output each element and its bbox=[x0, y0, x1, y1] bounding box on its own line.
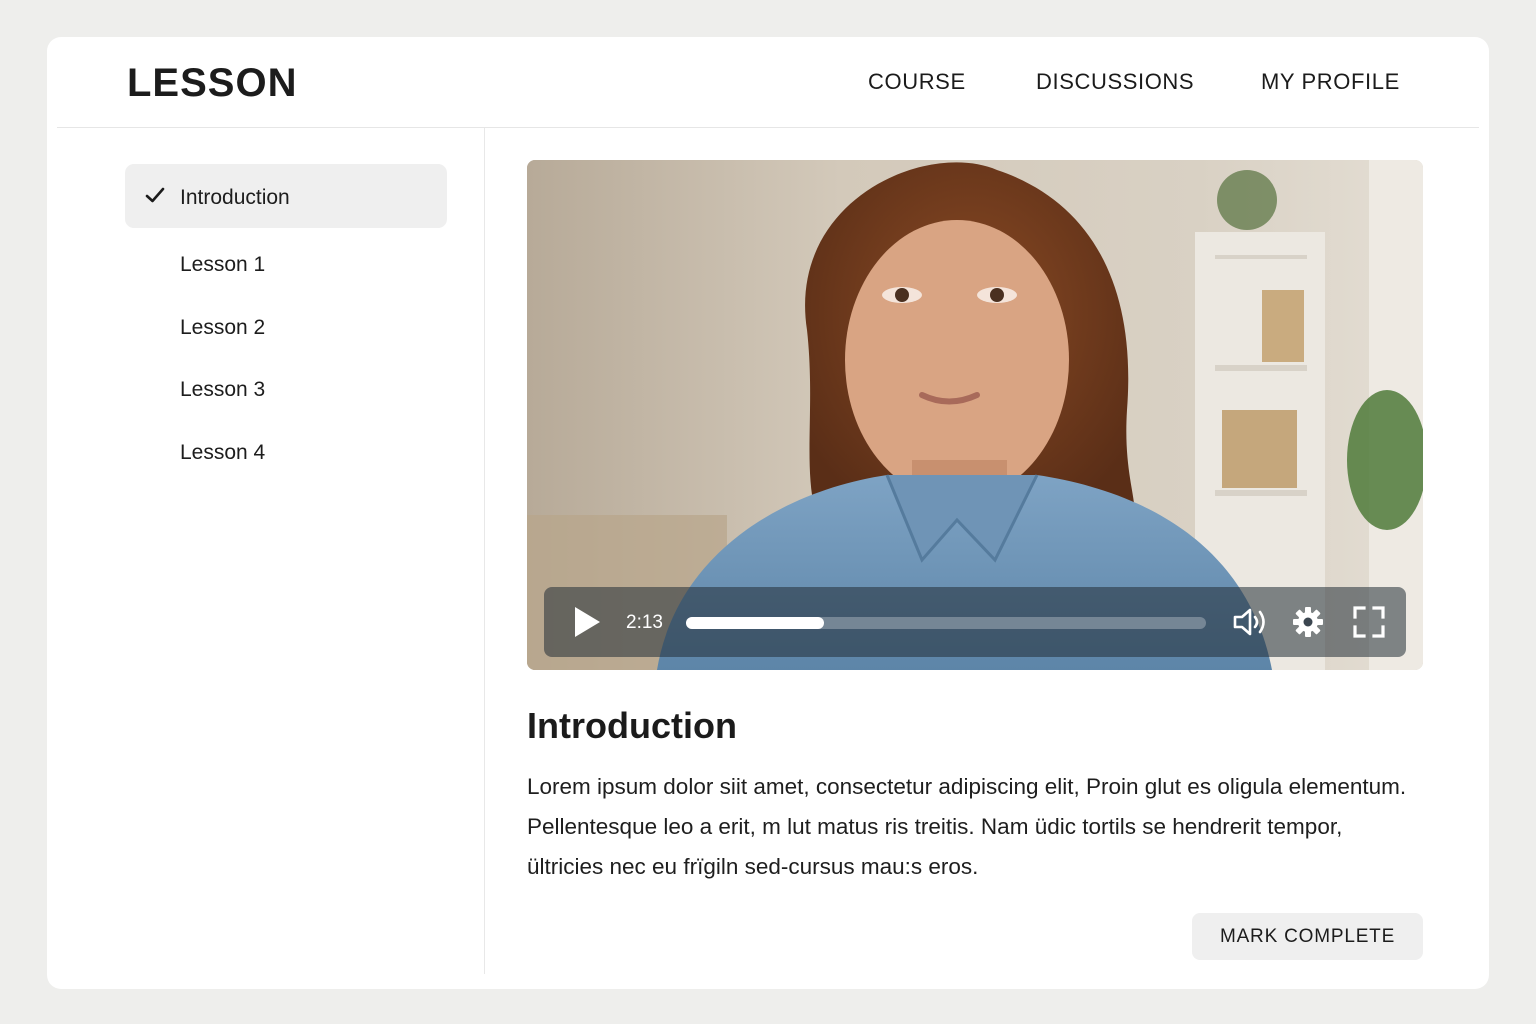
checkmark-icon bbox=[145, 187, 165, 203]
sidebar-item-label: Lesson 1 bbox=[180, 253, 266, 276]
video-progress-bar[interactable] bbox=[686, 617, 1206, 629]
nav-my-profile-link[interactable]: MY PROFILE bbox=[1261, 69, 1400, 95]
sidebar-item-label: Introduction bbox=[180, 186, 290, 209]
top-bar: LESSON COURSE DISCUSSIONS MY PROFILE bbox=[47, 37, 1489, 128]
sidebar-item-label: Lesson 4 bbox=[180, 441, 266, 464]
video-progress-fill bbox=[686, 617, 824, 629]
sidebar-item-lesson-4[interactable]: Lesson 4 bbox=[125, 417, 447, 480]
volume-icon[interactable] bbox=[1232, 606, 1268, 638]
sidebar-item-lesson-2[interactable]: Lesson 2 bbox=[125, 291, 447, 354]
lesson-sidebar: Introduction Lesson 1 Lesson 2 Lesson 3 … bbox=[125, 164, 447, 480]
brand-title: LESSON bbox=[127, 61, 298, 105]
sidebar-item-lesson-3[interactable]: Lesson 3 bbox=[125, 354, 447, 417]
video-controls-bar: 2:13 bbox=[544, 587, 1406, 657]
lesson-body-text: Lorem ipsum dolor siit amet, consectetur… bbox=[527, 774, 1407, 879]
sidebar-item-introduction[interactable]: Introduction bbox=[125, 164, 447, 228]
mark-complete-button[interactable]: MARK COMPLETE bbox=[1192, 913, 1423, 960]
video-player[interactable]: 2:13 bbox=[527, 160, 1423, 670]
sidebar-item-label: Lesson 2 bbox=[180, 316, 266, 339]
sidebar-item-lesson-1[interactable]: Lesson 1 bbox=[125, 228, 447, 291]
nav-course-link[interactable]: COURSE bbox=[868, 69, 966, 95]
play-icon[interactable] bbox=[572, 605, 602, 639]
video-current-time: 2:13 bbox=[626, 612, 663, 633]
lesson-title: Introduction bbox=[527, 705, 737, 746]
nav-discussions-link[interactable]: DISCUSSIONS bbox=[1036, 69, 1194, 95]
sidebar-divider bbox=[484, 128, 485, 974]
fullscreen-icon[interactable] bbox=[1353, 606, 1385, 638]
lesson-card: LESSON COURSE DISCUSSIONS MY PROFILE Int… bbox=[47, 37, 1489, 989]
header-divider bbox=[57, 127, 1479, 128]
sidebar-item-label: Lesson 3 bbox=[180, 378, 266, 401]
settings-gear-icon[interactable] bbox=[1292, 606, 1324, 638]
